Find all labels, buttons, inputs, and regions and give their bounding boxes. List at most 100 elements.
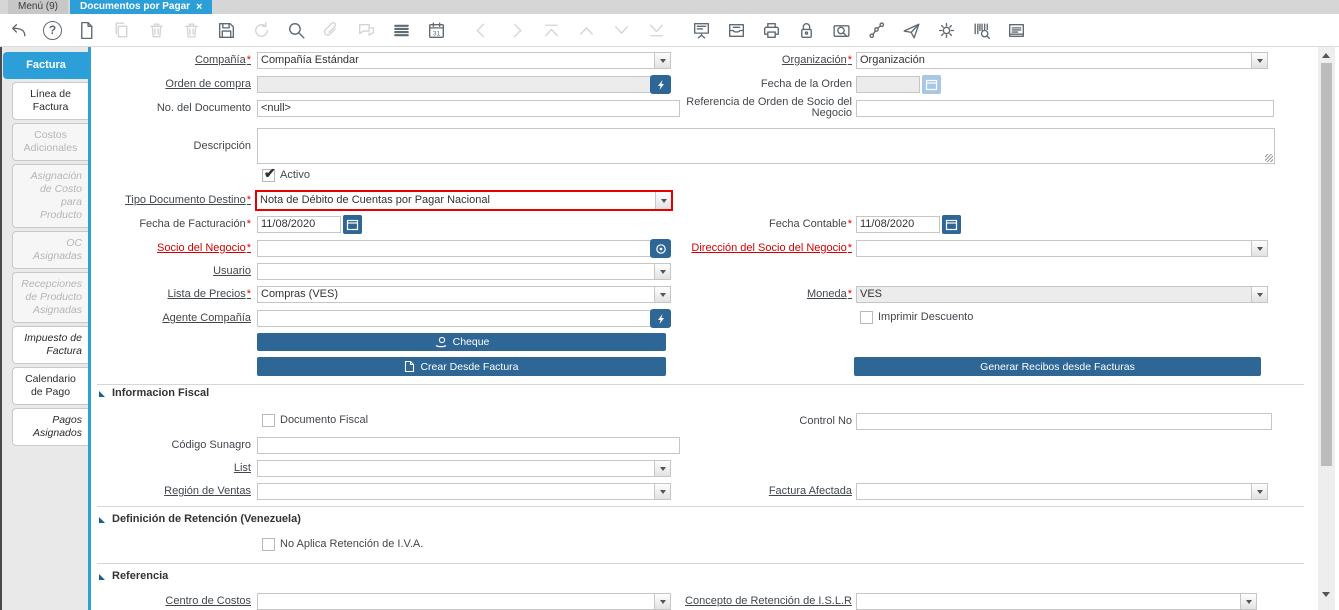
agente-compania-field[interactable] — [257, 310, 671, 327]
vertical-scrollbar[interactable] — [1318, 47, 1335, 610]
region-ventas-select[interactable] — [257, 483, 671, 500]
toolbar: 31 — [0, 14, 1339, 47]
tipo-documento-select[interactable]: Nota de Débito de Cuentas por Pagar Naci… — [255, 190, 673, 211]
close-icon[interactable] — [196, 2, 202, 12]
lista-precios-label[interactable]: Lista de Precios* — [91, 286, 251, 303]
socio-negocio-label[interactable]: Socio del Negocio* — [91, 240, 251, 257]
tab-label: Documentos por Pagar — [80, 0, 190, 14]
sidebar-tab-recepciones: Recepciones de Producto Asignadas — [12, 272, 88, 323]
informacion-fiscal-header[interactable]: Informacion Fiscal — [112, 387, 209, 399]
find-icon[interactable] — [286, 20, 307, 41]
scrollbar-thumb[interactable] — [1321, 63, 1332, 466]
concepto-islr-select[interactable] — [856, 593, 1257, 610]
orden-compra-label[interactable]: Orden de compra — [91, 76, 251, 93]
definicion-retencion-header[interactable]: Definición de Retención (Venezuela) — [112, 513, 301, 525]
chevron-down-icon[interactable] — [655, 192, 671, 209]
direccion-socio-select[interactable] — [856, 240, 1268, 257]
direccion-socio-label[interactable]: Dirección del Socio del Negocio* — [651, 240, 852, 257]
chevron-down-icon[interactable] — [1240, 594, 1256, 609]
referencia-header[interactable]: Referencia — [112, 570, 168, 582]
scroll-up-icon[interactable] — [1322, 53, 1330, 58]
calendar-picker-icon — [922, 75, 941, 94]
refresh-icon — [251, 20, 272, 41]
imprimir-descuento-checkbox[interactable] — [860, 311, 873, 324]
calendar-picker-icon[interactable] — [343, 215, 362, 234]
fecha-orden-field — [856, 76, 920, 93]
chevron-down-icon[interactable] — [1251, 287, 1267, 302]
no-documento-field[interactable]: <null> — [257, 100, 680, 117]
centro-costos-label[interactable]: Centro de Costos — [91, 593, 251, 610]
centro-costos-select[interactable] — [257, 593, 671, 610]
control-no-field[interactable] — [856, 413, 1272, 430]
codigo-sunagro-field[interactable] — [257, 437, 680, 454]
requery-icon[interactable] — [650, 309, 671, 328]
region-ventas-label[interactable]: Región de Ventas — [91, 483, 251, 500]
report-icon[interactable] — [691, 20, 712, 41]
compania-label[interactable]: Compañía* — [91, 52, 251, 69]
workflow-icon[interactable] — [866, 20, 887, 41]
sidebar-tab-factura[interactable]: Factura — [3, 52, 88, 79]
save-icon[interactable] — [216, 20, 237, 41]
moneda-select[interactable]: VES — [856, 286, 1268, 303]
chevron-down-icon[interactable] — [1251, 241, 1267, 256]
preferences-icon[interactable] — [936, 20, 957, 41]
usuario-select[interactable] — [257, 263, 671, 280]
fecha-contable-field[interactable]: 11/08/2020 — [856, 216, 940, 233]
factura-afectada-label[interactable]: Factura Afectada — [651, 483, 852, 500]
sidebar-tab-pagos-asignados[interactable]: Pagos Asignados — [12, 408, 88, 446]
report-form-icon[interactable] — [1006, 20, 1027, 41]
archive-icon[interactable] — [726, 20, 747, 41]
zoom-across-icon[interactable] — [831, 20, 852, 41]
lock-icon[interactable] — [796, 20, 817, 41]
section-collapse-icon[interactable] — [99, 391, 105, 397]
delete-selection-icon — [181, 20, 202, 41]
help-icon[interactable] — [43, 21, 62, 40]
sidebar-tab-calendario-de-pago[interactable]: Calendario de Pago — [12, 367, 88, 405]
organizacion-select[interactable]: Organización — [856, 52, 1268, 69]
moneda-label[interactable]: Moneda* — [651, 286, 852, 303]
sidebar-tab-linea-de-factura[interactable]: Línea de Factura — [12, 82, 88, 120]
usuario-label[interactable]: Usuario — [91, 263, 251, 280]
tab-documentos-por-pagar[interactable]: Documentos por Pagar — [70, 0, 212, 14]
window-tab-bar: Menú (9) Documentos por Pagar — [0, 0, 1339, 14]
list-select[interactable] — [257, 460, 671, 477]
factura-afectada-select[interactable] — [856, 483, 1268, 500]
organizacion-label[interactable]: Organización* — [651, 52, 852, 69]
section-collapse-icon[interactable] — [99, 517, 105, 523]
cheque-button[interactable]: Cheque — [257, 333, 666, 351]
section-collapse-icon[interactable] — [99, 574, 105, 580]
factura-form: Compañía* Compañía Estándar Organización… — [91, 47, 1318, 610]
referencia-orden-field[interactable] — [856, 100, 1274, 117]
chevron-down-icon[interactable] — [1251, 53, 1267, 68]
documento-fiscal-checkbox[interactable] — [262, 414, 275, 427]
new-record-icon[interactable] — [76, 20, 97, 41]
toggle-grid-icon[interactable] — [391, 20, 412, 41]
undo-icon[interactable] — [8, 20, 29, 41]
tipo-documento-label[interactable]: Tipo Documento Destino* — [91, 192, 251, 209]
fecha-facturacion-field[interactable]: 11/08/2020 — [257, 216, 341, 233]
chevron-down-icon[interactable] — [1251, 484, 1267, 499]
crear-desde-factura-button[interactable]: Crear Desde Factura — [257, 357, 666, 376]
sidebar-tab-impuesto-de-factura[interactable]: Impuesto de Factura — [12, 326, 88, 364]
chevron-down-icon[interactable] — [654, 461, 670, 476]
no-aplica-retencion-checkbox[interactable] — [262, 538, 275, 551]
agente-compania-label[interactable]: Agente Compañía — [91, 310, 251, 327]
lista-precios-select[interactable]: Compras (VES) — [257, 286, 671, 303]
tab-menu[interactable]: Menú (9) — [8, 0, 68, 14]
generar-recibos-button[interactable]: Generar Recibos desde Facturas — [854, 357, 1261, 376]
resize-handle-icon[interactable] — [1265, 154, 1273, 162]
scroll-down-icon[interactable] — [1322, 592, 1330, 597]
socio-negocio-field[interactable] — [257, 240, 671, 257]
send-mail-icon[interactable] — [901, 20, 922, 41]
compania-select[interactable]: Compañía Estándar — [257, 52, 671, 69]
descripcion-textarea[interactable] — [257, 128, 1275, 164]
fecha-orden-label: Fecha de la Orden — [651, 76, 852, 93]
activo-checkbox[interactable] — [262, 169, 275, 182]
print-icon[interactable] — [761, 20, 782, 41]
barcode-scan-icon[interactable] — [971, 20, 992, 41]
list-label[interactable]: List — [91, 460, 251, 477]
chevron-down-icon[interactable] — [654, 264, 670, 279]
calendar-icon[interactable]: 31 — [426, 20, 447, 41]
calendar-picker-icon[interactable] — [942, 215, 961, 234]
concepto-islr-label[interactable]: Concepto de Retención de I.S.L.R — [651, 593, 852, 610]
